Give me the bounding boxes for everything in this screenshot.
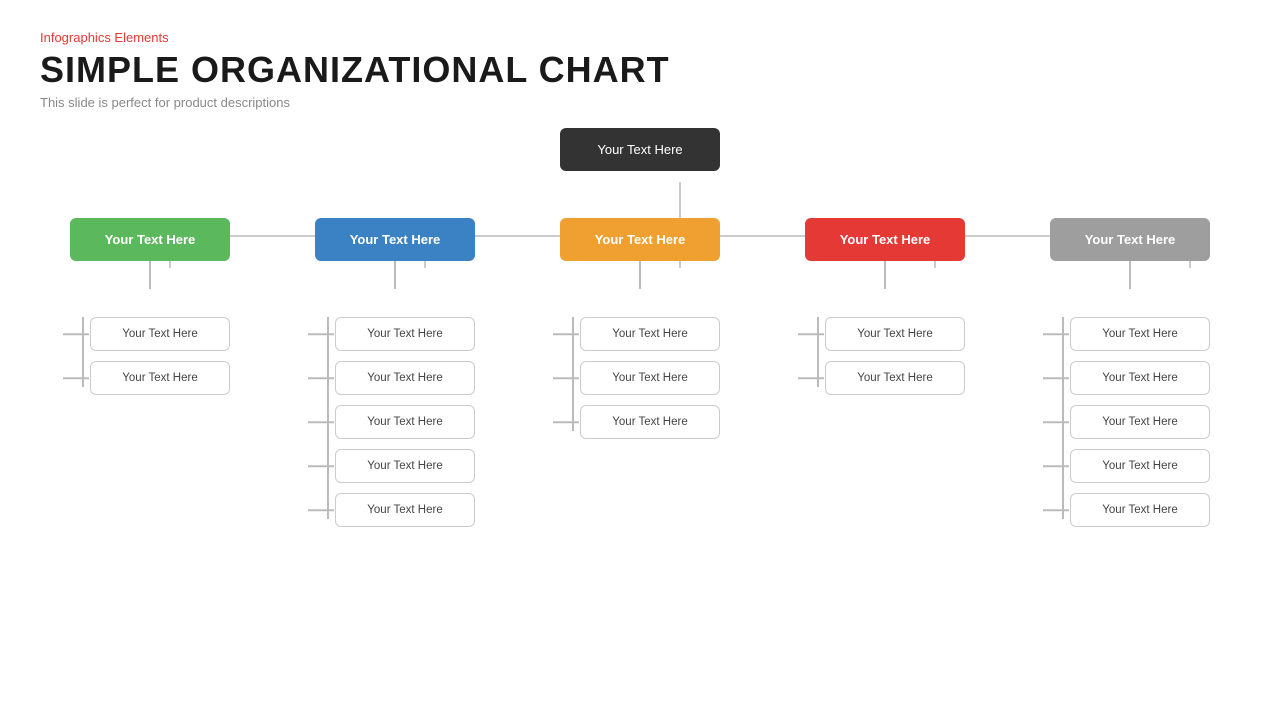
branch-red-children: Your Text Here Your Text Here	[805, 317, 965, 405]
list-item[interactable]: Your Text Here	[1070, 449, 1210, 483]
branch-gray: Your Text Here Your Text Here Your Text …	[1040, 218, 1220, 537]
branch-red: Your Text Here Your Text Here Your Text …	[795, 218, 975, 537]
root-node[interactable]: Your Text Here	[560, 128, 720, 171]
header-description: This slide is perfect for product descri…	[40, 95, 1240, 110]
list-item[interactable]: Your Text Here	[1070, 493, 1210, 527]
list-item[interactable]: Your Text Here	[335, 449, 475, 483]
branch-blue-label: Your Text Here	[350, 232, 441, 247]
header-title: SIMPLE ORGANIZATIONAL CHART	[40, 49, 1240, 91]
chart-area: Your Text Here Your Text Here	[40, 128, 1240, 688]
branch-green: Your Text Here Your Text Here Your Text …	[60, 218, 240, 537]
branch-red-connector	[884, 261, 886, 289]
branch-header-red[interactable]: Your Text Here	[805, 218, 965, 261]
branch-green-connector	[149, 261, 151, 289]
branch-orange: Your Text Here Your Text Here Your Text …	[550, 218, 730, 537]
list-item[interactable]: Your Text Here	[825, 361, 965, 395]
list-item[interactable]: Your Text Here	[580, 405, 720, 439]
branch-green-label: Your Text Here	[105, 232, 196, 247]
branch-header-orange[interactable]: Your Text Here	[560, 218, 720, 261]
list-item[interactable]: Your Text Here	[335, 361, 475, 395]
branch-green-children: Your Text Here Your Text Here	[70, 317, 230, 405]
branch-blue-connector	[394, 261, 396, 289]
list-item[interactable]: Your Text Here	[1070, 317, 1210, 351]
branch-gray-children: Your Text Here Your Text Here Your Text …	[1050, 317, 1210, 537]
branch-blue-children: Your Text Here Your Text Here Your Text …	[315, 317, 475, 537]
list-item[interactable]: Your Text Here	[580, 361, 720, 395]
branch-red-label: Your Text Here	[840, 232, 931, 247]
branch-blue: Your Text Here Your Text Here Your Text …	[305, 218, 485, 537]
root-node-label: Your Text Here	[597, 142, 682, 157]
header-subtitle: Infographics Elements	[40, 30, 1240, 45]
branch-orange-connector	[639, 261, 641, 289]
branch-orange-children: Your Text Here Your Text Here Your Text …	[560, 317, 720, 449]
branch-orange-label: Your Text Here	[595, 232, 686, 247]
list-item[interactable]: Your Text Here	[90, 361, 230, 395]
list-item[interactable]: Your Text Here	[1070, 361, 1210, 395]
branch-header-gray[interactable]: Your Text Here	[1050, 218, 1210, 261]
list-item[interactable]: Your Text Here	[580, 317, 720, 351]
list-item[interactable]: Your Text Here	[335, 405, 475, 439]
list-item[interactable]: Your Text Here	[335, 493, 475, 527]
list-item[interactable]: Your Text Here	[825, 317, 965, 351]
page: Infographics Elements SIMPLE ORGANIZATIO…	[0, 0, 1280, 720]
branch-gray-connector	[1129, 261, 1131, 289]
branch-gray-label: Your Text Here	[1085, 232, 1176, 247]
list-item[interactable]: Your Text Here	[1070, 405, 1210, 439]
branches-container: Your Text Here Your Text Here Your Text …	[40, 218, 1240, 537]
list-item[interactable]: Your Text Here	[90, 317, 230, 351]
list-item[interactable]: Your Text Here	[335, 317, 475, 351]
branch-header-green[interactable]: Your Text Here	[70, 218, 230, 261]
branch-header-blue[interactable]: Your Text Here	[315, 218, 475, 261]
